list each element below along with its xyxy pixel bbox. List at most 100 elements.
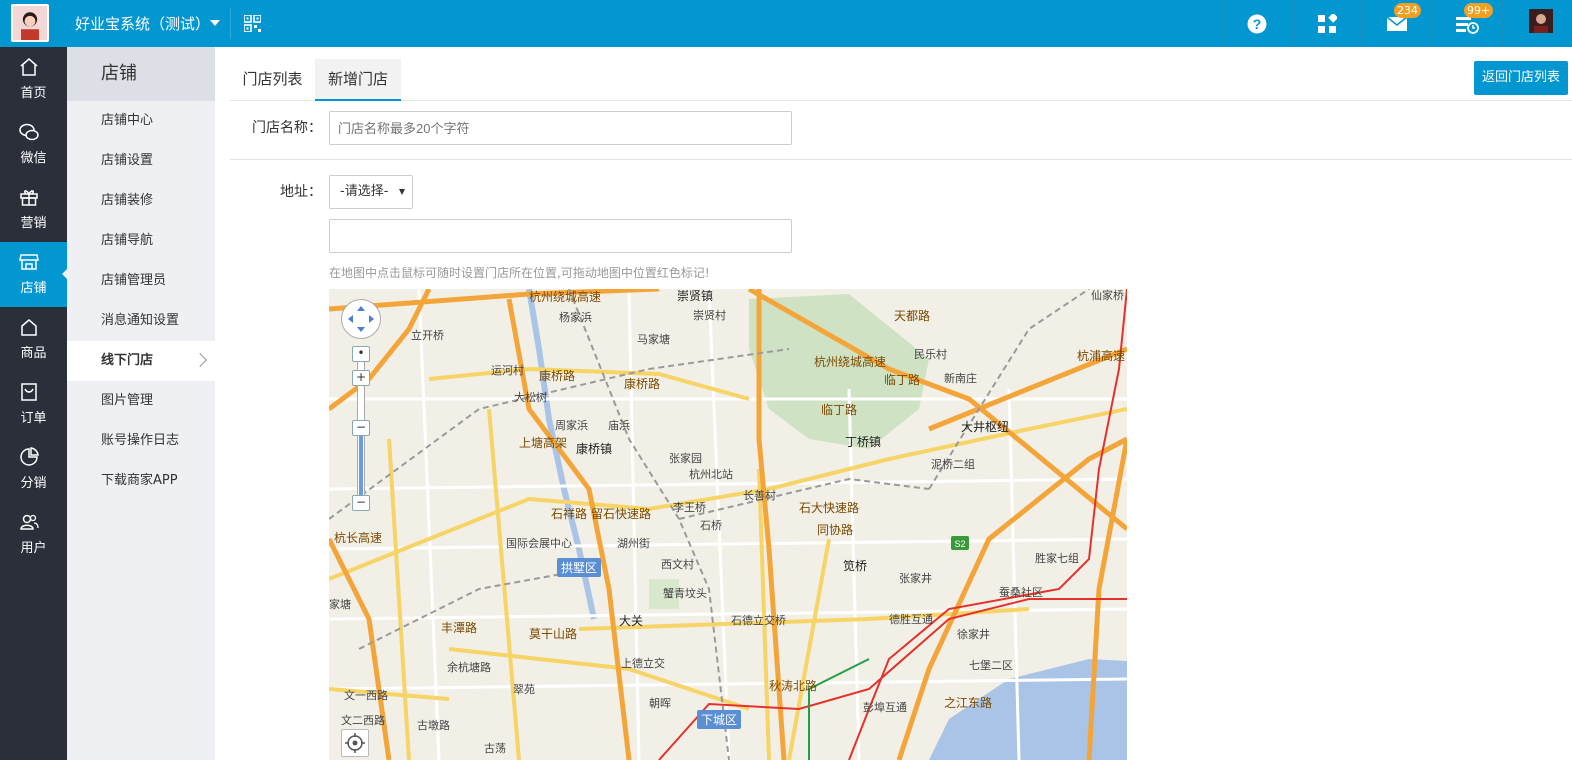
mail-badge: 234 <box>1394 3 1421 18</box>
gift-icon <box>20 190 38 206</box>
map-label: 朝晖 <box>649 697 671 710</box>
store-name-label: 门店名称： <box>252 120 322 136</box>
map-label: 同协路 <box>817 523 854 537</box>
map-label: 蟹青坟头 <box>663 587 707 600</box>
pie-icon <box>20 447 39 466</box>
address-region-select[interactable]: -请选择- <box>329 175 413 209</box>
nav-item-marketing[interactable]: 营销 <box>0 177 67 242</box>
zoom-center-button[interactable]: • <box>352 346 370 362</box>
map-label: 上塘高架 <box>519 436 568 450</box>
mail-button[interactable]: 234 <box>1362 0 1432 47</box>
shop-avatar[interactable] <box>11 4 49 42</box>
map-label: 杭州绕城高速 <box>529 290 602 304</box>
map-label: 西文村 <box>661 558 694 571</box>
apps-button[interactable] <box>1292 0 1362 47</box>
store-name-input[interactable] <box>329 111 792 145</box>
locate-button[interactable] <box>341 729 369 757</box>
dropdown-arrow-icon <box>399 189 405 195</box>
sub-nav: 店铺 店铺中心 店铺设置 店铺装修 店铺导航 店铺管理员 消息通知设置 线下门店… <box>67 47 215 760</box>
divider <box>1502 0 1503 47</box>
wechat-icon <box>19 123 39 141</box>
map-label: 国际会展中心 <box>506 537 572 550</box>
apps-icon <box>1318 13 1337 33</box>
app-title[interactable]: 好业宝系统（测试） <box>75 13 210 34</box>
tasks-button[interactable]: 99+ <box>1432 0 1502 47</box>
map-zoom-level <box>359 429 363 499</box>
map-label: 胜家七组 <box>1035 552 1079 565</box>
map-district-label: 拱墅区 <box>557 558 602 577</box>
select-value: -请选择- <box>340 184 389 199</box>
map-label: 泥桥二组 <box>931 458 975 471</box>
subnav-item-store-decoration[interactable]: 店铺装修 <box>67 181 215 221</box>
map-label: 杭长高速 <box>334 531 383 545</box>
zoom-out-button[interactable]: − <box>352 495 370 511</box>
map-label: 家塘 <box>329 598 351 611</box>
user-avatar[interactable] <box>1529 9 1553 33</box>
map-label: 天都路 <box>894 309 931 323</box>
map-base: S2 <box>329 289 1127 760</box>
subnav-item-label: 线下门店 <box>101 353 154 368</box>
zoom-slider-handle[interactable]: − <box>352 420 370 436</box>
map-label: 古墩路 <box>417 719 450 732</box>
nav-item-distribution[interactable]: 分销 <box>0 437 67 502</box>
map-label: 石大快速路 <box>799 501 860 515</box>
subnav-item-image-management[interactable]: 图片管理 <box>67 381 215 421</box>
subnav-item-store-center[interactable]: 店铺中心 <box>67 101 215 141</box>
address-label: 地址： <box>280 184 322 200</box>
map-label: 湖州街 <box>617 537 650 550</box>
nav-item-orders[interactable]: 订单 <box>0 372 67 437</box>
map-label: 康桥镇 <box>576 442 613 456</box>
svg-text:S2: S2 <box>954 539 965 549</box>
map-label: 周家浜 <box>555 419 588 432</box>
app-switch-caret-icon[interactable] <box>210 20 220 26</box>
nav-item-store[interactable]: 店铺 <box>0 242 68 307</box>
subnav-item-operation-log[interactable]: 账号操作日志 <box>67 421 215 461</box>
divider <box>230 159 1572 160</box>
tab-store-list[interactable]: 门店列表 <box>230 59 315 101</box>
help-button[interactable]: ? <box>1222 0 1292 47</box>
map-label: 彭埠互通 <box>863 701 907 714</box>
tab-add-store[interactable]: 新增门店 <box>315 59 401 101</box>
address-detail-input[interactable] <box>329 219 792 253</box>
map-label: 立开桥 <box>411 329 444 342</box>
map-label: 丰潭路 <box>441 621 478 635</box>
tasks-badge: 99+ <box>1464 3 1494 18</box>
map-label: 崇贤村 <box>693 309 726 322</box>
subnav-item-store-admins[interactable]: 店铺管理员 <box>67 261 215 301</box>
map-label: 运河村 <box>491 364 524 377</box>
qrcode-icon[interactable] <box>244 15 261 32</box>
users-icon <box>20 514 39 530</box>
map-label: 仙家桥 <box>1091 289 1124 302</box>
map-label: 翠苑 <box>513 683 535 696</box>
nav-item-label: 微信 <box>20 151 47 166</box>
nav-item-wechat[interactable]: 微信 <box>0 112 67 177</box>
subnav-item-notification-settings[interactable]: 消息通知设置 <box>67 301 215 341</box>
map-label: 张家园 <box>669 452 702 465</box>
nav-item-goods[interactable]: 商品 <box>0 307 67 372</box>
chevron-right-icon <box>192 352 208 368</box>
zoom-in-button[interactable]: + <box>352 370 370 386</box>
map-label: 大关 <box>619 614 644 628</box>
nav-item-label: 营销 <box>20 216 47 231</box>
subnav-item-offline-stores[interactable]: 线下门店 <box>67 341 215 381</box>
map-label: 康桥路 <box>624 377 661 391</box>
map-label: 莫干山路 <box>529 627 578 641</box>
divider <box>230 8 231 39</box>
home-icon <box>20 58 38 76</box>
back-to-list-button[interactable]: 返回门店列表 <box>1474 61 1568 95</box>
subnav-item-download-app[interactable]: 下载商家APP <box>67 461 215 501</box>
map-view[interactable]: S2 杭州绕城高速 崇贤镇 仙家桥 杨家浜 崇贤村 立开桥 马家塘 天都路 运河… <box>329 289 1127 760</box>
map-label: 杭州北站 <box>689 468 733 481</box>
subnav-item-store-settings[interactable]: 店铺设置 <box>67 141 215 181</box>
nav-item-users[interactable]: 用户 <box>0 502 67 567</box>
map-label: 临丁路 <box>821 403 858 417</box>
nav-item-home[interactable]: 首页 <box>0 47 67 112</box>
map-label: 丁桥镇 <box>845 435 882 449</box>
map-pan-control[interactable] <box>341 299 381 339</box>
map-label: 徐家井 <box>957 628 990 641</box>
map-label: 七堡二区 <box>969 659 1013 672</box>
map-label: 文一西路 <box>344 689 388 702</box>
map-label: 之江东路 <box>944 696 993 710</box>
subnav-item-store-navigation[interactable]: 店铺导航 <box>67 221 215 261</box>
main-nav: 首页 微信 营销 店铺 商品 订单 分销 用户 <box>0 47 68 760</box>
